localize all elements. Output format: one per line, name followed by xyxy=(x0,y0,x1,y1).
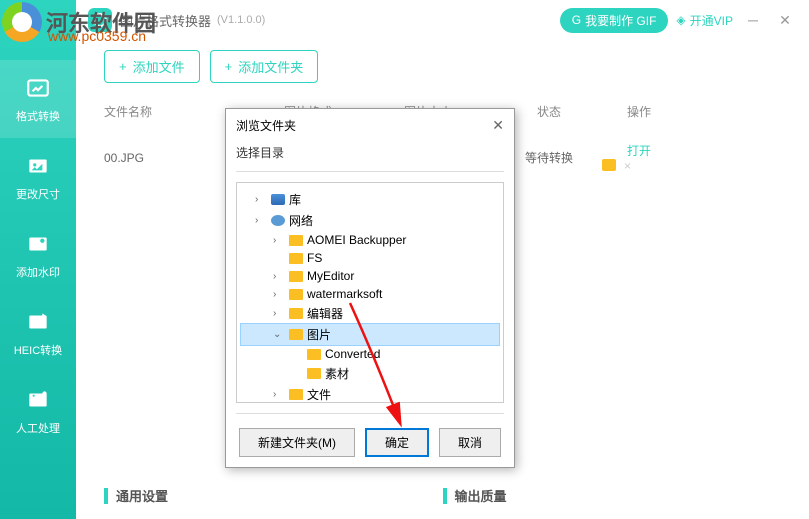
tree-node[interactable]: › 编辑器 xyxy=(241,303,499,324)
folder-icon xyxy=(307,349,321,360)
expander-icon[interactable]: › xyxy=(273,235,285,246)
tree-node[interactable]: › watermarksoft xyxy=(241,285,499,303)
tree-node[interactable]: › 网络 xyxy=(241,210,499,231)
library-icon xyxy=(271,194,285,205)
dialog-buttons: 新建文件夹(M) 确定 取消 xyxy=(226,418,514,467)
tree-node-label: 编辑器 xyxy=(307,305,343,322)
tree-node-label: 文件 xyxy=(307,386,331,403)
tree-node-label: 网络 xyxy=(289,212,313,229)
tree-node-label: AOMEI Backupper xyxy=(307,233,406,247)
tree-node[interactable]: FS xyxy=(241,249,499,267)
folder-icon xyxy=(289,329,303,340)
tree-node[interactable]: ⌄ 图片 xyxy=(241,324,499,345)
tree-node-label: 图片 xyxy=(307,326,331,343)
folder-icon xyxy=(289,271,303,282)
dialog-overlay: 浏览文件夹 ✕ 选择目录 ›库›网络›AOMEI BackupperFS›MyE… xyxy=(0,0,809,519)
logo-icon xyxy=(2,2,42,42)
tree-node[interactable]: › 文件 xyxy=(241,384,499,403)
expander-icon[interactable]: › xyxy=(273,389,285,400)
new-folder-button[interactable]: 新建文件夹(M) xyxy=(239,428,355,457)
expander-icon[interactable]: › xyxy=(255,194,267,205)
expander-icon[interactable]: › xyxy=(273,289,285,300)
tree-node-label: MyEditor xyxy=(307,269,354,283)
network-icon xyxy=(271,215,285,226)
expander-icon[interactable]: ⌄ xyxy=(273,329,285,340)
divider xyxy=(236,171,504,172)
cancel-button[interactable]: 取消 xyxy=(439,428,501,457)
folder-icon xyxy=(289,389,303,400)
folder-icon xyxy=(289,253,303,264)
tree-node-label: watermarksoft xyxy=(307,287,382,301)
tree-node[interactable]: Converted xyxy=(241,345,499,363)
dialog-titlebar: 浏览文件夹 ✕ xyxy=(226,109,514,142)
dialog-title-text: 浏览文件夹 xyxy=(236,117,296,134)
tree-node-label: FS xyxy=(307,251,322,265)
folder-icon xyxy=(289,289,303,300)
expander-icon[interactable]: › xyxy=(273,271,285,282)
tree-node[interactable]: › MyEditor xyxy=(241,267,499,285)
expander-icon[interactable]: › xyxy=(273,308,285,319)
dialog-subtitle: 选择目录 xyxy=(226,142,514,167)
folder-icon xyxy=(289,308,303,319)
ok-button[interactable]: 确定 xyxy=(365,428,429,457)
folder-icon xyxy=(307,368,321,379)
tree-node-label: 素材 xyxy=(325,365,349,382)
tree-node[interactable]: ›库 xyxy=(241,189,499,210)
tree-node[interactable]: › AOMEI Backupper xyxy=(241,231,499,249)
tree-node-label: Converted xyxy=(325,347,380,361)
browse-folder-dialog: 浏览文件夹 ✕ 选择目录 ›库›网络›AOMEI BackupperFS›MyE… xyxy=(225,108,515,468)
tree-node-label: 库 xyxy=(289,191,301,208)
watermark-url: www.pc0359.cn xyxy=(48,28,146,44)
expander-icon[interactable]: › xyxy=(255,215,267,226)
folder-tree[interactable]: ›库›网络›AOMEI BackupperFS›MyEditor›waterma… xyxy=(236,182,504,403)
folder-icon xyxy=(289,235,303,246)
tree-node[interactable]: 素材 xyxy=(241,363,499,384)
divider xyxy=(236,413,504,414)
close-icon[interactable]: ✕ xyxy=(492,117,504,134)
